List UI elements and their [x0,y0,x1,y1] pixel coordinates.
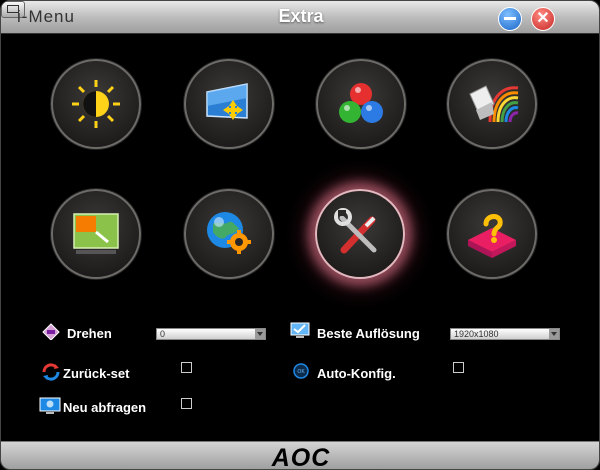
picture-boost-icon [469,85,519,123]
auto-konfig-checkbox[interactable] [453,362,464,373]
osd-setup-icon [73,213,119,254]
drehen-label: Drehen [67,326,112,341]
imenu-window: i-Menu Extra ✕ Drehen 0 Beste Auflösung … [0,0,600,470]
drehen-select[interactable]: 0 [156,328,266,340]
reset-icon [41,363,61,381]
tools-icon [334,208,377,254]
luminance-icon [72,80,120,128]
auto-konfig-label: Auto-Konfig. [317,366,396,381]
main-panel: Drehen 0 Beste Auflösung 1920x1080 Zurüc… [1,33,599,442]
aoc-logo: AOC [271,444,331,470]
beste-aufloesung-label: Beste Auflösung [317,326,420,341]
image-setup-button[interactable] [184,59,274,149]
picture-boost-button[interactable] [447,59,537,149]
neu-abfragen-checkbox[interactable] [181,398,192,409]
close-icon: ✕ [536,10,550,27]
luminance-button[interactable] [51,59,141,149]
zurueck-set-label: Zurück-set [63,366,130,381]
image-setup-icon [206,83,248,120]
factory-reset-button[interactable] [315,189,405,279]
exit-button[interactable] [447,189,537,279]
chevron-down-icon [549,329,559,339]
beste-aufloesung-select[interactable]: 1920x1080 [450,328,560,340]
auto-config-icon: OK [291,362,311,380]
exit-icon [468,214,516,258]
beste-aufloesung-value: 1920x1080 [454,329,499,339]
best-resolution-icon [290,322,310,340]
footer-bar: AOC [1,441,599,470]
zurueck-set-checkbox[interactable] [181,362,192,373]
color-setup-button[interactable] [316,59,406,149]
color-setup-icon [339,83,383,123]
refresh-monitor-icon [39,397,61,415]
extra-icon [207,212,251,254]
close-button[interactable]: ✕ [531,7,555,31]
chevron-down-icon [255,329,265,339]
rotate-screen-icon [41,322,61,341]
osd-setup-button[interactable] [51,189,141,279]
extra-button[interactable] [184,189,274,279]
svg-text:OK: OK [297,369,305,375]
title-bar: i-Menu Extra ✕ [1,1,599,33]
neu-abfragen-label: Neu abfragen [63,400,147,415]
drehen-value: 0 [160,329,166,339]
minimize-button[interactable] [498,7,522,31]
